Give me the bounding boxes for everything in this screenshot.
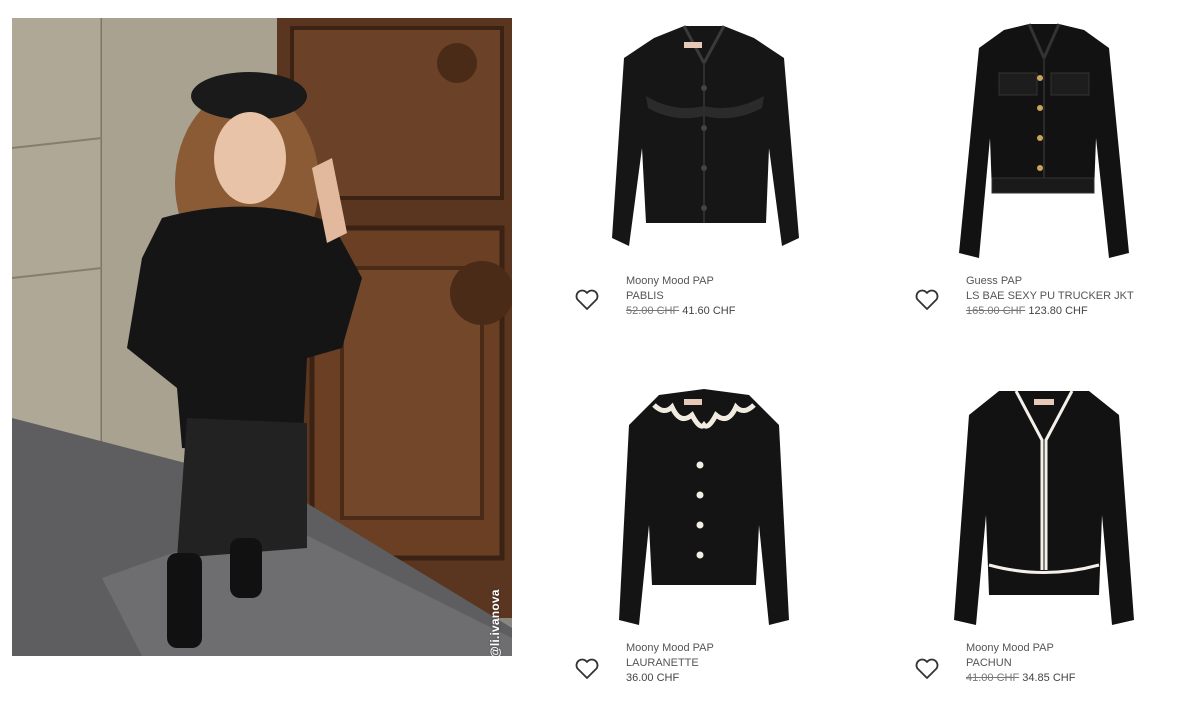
product-price-row: 41.00 CHF 34.85 CHF xyxy=(966,671,1075,686)
product-old-price: 165.00 CHF xyxy=(966,305,1026,317)
product-card[interactable]: Guess PAP LS BAE SEXY PU TRUCKER JKT 165… xyxy=(915,18,1180,338)
product-image[interactable] xyxy=(924,385,1164,633)
product-info: Guess PAP LS BAE SEXY PU TRUCKER JKT 165… xyxy=(966,274,1134,319)
product-old-price: 41.00 CHF xyxy=(966,672,1020,684)
product-card[interactable]: Moony Mood PAP LAURANETTE 36.00 CHF xyxy=(575,385,874,705)
wishlist-heart-icon[interactable] xyxy=(914,288,940,312)
product-brand: Guess PAP xyxy=(966,275,1023,287)
product-name[interactable]: PABLIS xyxy=(626,289,735,304)
product-price: 41.60 CHF xyxy=(682,305,736,317)
product-price: 123.80 CHF xyxy=(1028,305,1088,317)
product-price: 36.00 CHF xyxy=(626,672,680,684)
photo-credit: @li.ivanova xyxy=(488,589,502,656)
product-old-price: 52.00 CHF xyxy=(626,305,680,317)
product-brand: Moony Mood PAP xyxy=(626,642,714,654)
product-price-row: 52.00 CHF 41.60 CHF xyxy=(626,304,735,319)
product-name[interactable]: PACHUN xyxy=(966,656,1075,671)
product-info: Moony Mood PAP PACHUN 41.00 CHF 34.85 CH… xyxy=(966,641,1075,686)
lookbook-photo[interactable]: @li.ivanova xyxy=(12,18,512,656)
product-price-row: 36.00 CHF xyxy=(626,671,714,686)
lookbook-image xyxy=(12,18,512,656)
product-card[interactable]: Moony Mood PAP PACHUN 41.00 CHF 34.85 CH… xyxy=(915,385,1180,705)
product-image[interactable] xyxy=(584,18,824,266)
product-info: Moony Mood PAP LAURANETTE 36.00 CHF xyxy=(626,641,714,686)
product-price: 34.85 CHF xyxy=(1022,672,1076,684)
product-image[interactable] xyxy=(584,385,824,633)
product-info: Moony Mood PAP PABLIS 52.00 CHF 41.60 CH… xyxy=(626,274,735,319)
product-image[interactable] xyxy=(924,18,1164,266)
wishlist-heart-icon[interactable] xyxy=(574,657,600,681)
product-name[interactable]: LS BAE SEXY PU TRUCKER JKT xyxy=(966,289,1134,304)
product-brand: Moony Mood PAP xyxy=(626,275,714,287)
product-name[interactable]: LAURANETTE xyxy=(626,656,714,671)
wishlist-heart-icon[interactable] xyxy=(914,657,940,681)
product-card[interactable]: Moony Mood PAP PABLIS 52.00 CHF 41.60 CH… xyxy=(575,18,874,338)
wishlist-heart-icon[interactable] xyxy=(574,288,600,312)
product-price-row: 165.00 CHF 123.80 CHF xyxy=(966,304,1134,319)
product-brand: Moony Mood PAP xyxy=(966,642,1054,654)
